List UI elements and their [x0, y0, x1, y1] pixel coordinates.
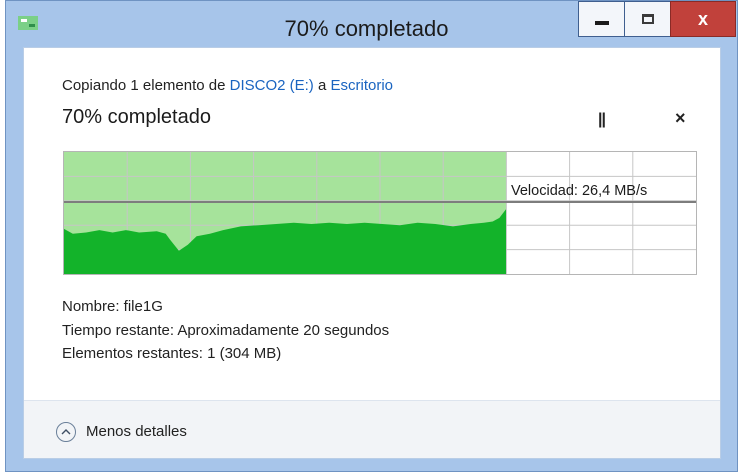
time-remaining: Tiempo restante: Aproximadamente 20 segu… — [62, 322, 390, 339]
copy-middle: a — [313, 77, 331, 94]
cancel-button[interactable]: × — [675, 108, 686, 129]
maximize-button[interactable] — [624, 1, 670, 37]
less-details-label[interactable]: Menos detalles — [86, 423, 187, 440]
pause-icon: || — [598, 111, 606, 128]
dialog-content: Copiando 1 elemento de DISCO2 (E:) a Esc… — [23, 47, 721, 459]
close-icon: x — [697, 9, 708, 29]
speed-graph: Velocidad: 26,4 MB/s — [63, 151, 697, 275]
speed-graph-svg — [63, 151, 697, 275]
copy-progress-window: 70% completado x Copiando 1 elemento de … — [5, 0, 738, 472]
minimize-button[interactable] — [578, 1, 624, 37]
destination-link[interactable]: Escritorio — [331, 77, 394, 94]
less-details-toggle[interactable] — [56, 422, 76, 442]
items-remaining: Elementos restantes: 1 (304 MB) — [62, 345, 282, 362]
copy-description: Copiando 1 elemento de DISCO2 (E:) a Esc… — [62, 77, 393, 94]
footer-bar: Menos detalles — [24, 400, 720, 458]
title-bar[interactable]: 70% completado x — [6, 1, 737, 45]
speed-label: Velocidad: 26,4 MB/s — [511, 183, 648, 199]
file-name: Nombre: file1G — [62, 298, 163, 315]
close-button[interactable]: x — [670, 1, 736, 37]
minimize-icon — [594, 21, 609, 25]
pause-button[interactable]: || — [598, 111, 606, 129]
source-link[interactable]: DISCO2 (E:) — [230, 77, 314, 94]
maximize-icon — [641, 14, 654, 24]
copy-prefix: Copiando 1 elemento de — [62, 77, 230, 94]
cancel-icon: × — [675, 108, 686, 128]
chevron-up-icon — [61, 429, 71, 435]
progress-heading: 70% completado — [62, 106, 211, 128]
